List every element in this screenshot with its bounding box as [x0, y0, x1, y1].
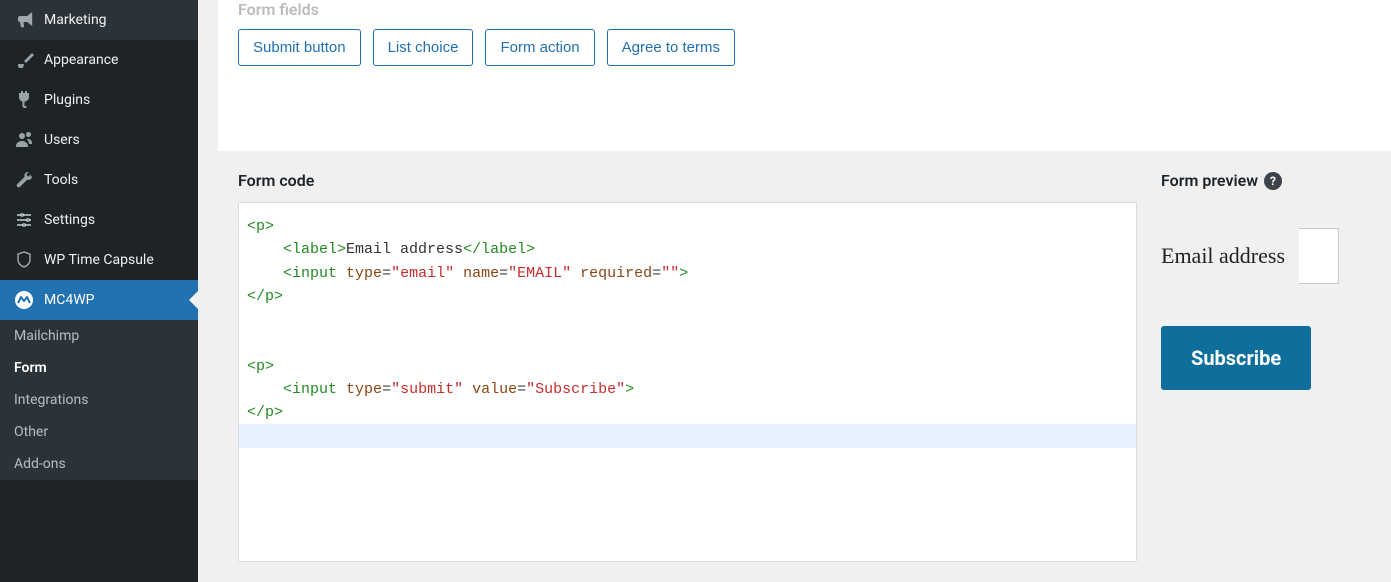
sidebar-item-settings[interactable]: Settings — [0, 200, 198, 240]
submenu-item-addons[interactable]: Add-ons — [0, 448, 198, 480]
menu-label: Users — [44, 132, 80, 148]
mc-icon — [12, 290, 36, 310]
sidebar-item-tools[interactable]: Tools — [0, 160, 198, 200]
code-editor[interactable]: <p> <label>Email address</label> <input … — [238, 202, 1137, 562]
code-token: </p> — [247, 404, 283, 421]
code-token: <input — [283, 265, 337, 282]
code-token: "EMAIL" — [508, 265, 571, 282]
main-content: Form fields Submit button List choice Fo… — [198, 0, 1391, 582]
preview-form: Email address Subscribe — [1161, 228, 1371, 390]
submenu-item-mailchimp[interactable]: Mailchimp — [0, 320, 198, 352]
form-preview-column: Form preview ? Email address Subscribe — [1161, 171, 1371, 562]
agree-terms-field[interactable]: Agree to terms — [607, 29, 735, 66]
code-token: <p> — [247, 218, 274, 235]
plug-icon — [12, 90, 36, 110]
code-token: </p> — [247, 288, 283, 305]
form-preview-label: Form preview ? — [1161, 171, 1371, 190]
sliders-icon — [12, 210, 36, 230]
code-token: > — [679, 265, 688, 282]
code-token: > — [625, 381, 634, 398]
sidebar-item-plugins[interactable]: Plugins — [0, 80, 198, 120]
code-token: required — [580, 265, 652, 282]
shield-icon — [12, 250, 36, 270]
code-token: "" — [661, 265, 679, 282]
code-token: </label> — [463, 241, 535, 258]
users-icon — [12, 130, 36, 150]
code-token: <input — [283, 381, 337, 398]
menu-label: MC4WP — [44, 292, 94, 308]
list-choice-field[interactable]: List choice — [373, 29, 474, 66]
preview-email-label: Email address — [1161, 243, 1285, 269]
code-token: "Subscribe" — [526, 381, 625, 398]
code-token: <p> — [247, 358, 274, 375]
submenu-item-integrations[interactable]: Integrations — [0, 384, 198, 416]
form-action-field[interactable]: Form action — [485, 29, 594, 66]
menu-label: Settings — [44, 212, 95, 228]
megaphone-icon — [12, 10, 36, 30]
field-buttons-row: Submit button List choice Form action Ag… — [238, 29, 1371, 66]
code-token: "email" — [391, 265, 454, 282]
form-code-column: Form code <p> <label>Email address</labe… — [238, 171, 1137, 562]
brush-icon — [12, 50, 36, 70]
sidebar-item-wptimecapsule[interactable]: WP Time Capsule — [0, 240, 198, 280]
submit-button-field[interactable]: Submit button — [238, 29, 361, 66]
code-token: name — [463, 265, 499, 282]
menu-label: Tools — [44, 172, 78, 188]
code-token: <label> — [283, 241, 346, 258]
submenu-item-other[interactable]: Other — [0, 416, 198, 448]
admin-sidebar: Marketing Appearance Plugins Users Tools… — [0, 0, 198, 582]
preview-email-input[interactable] — [1299, 228, 1339, 284]
form-fields-panel: Form fields Submit button List choice Fo… — [218, 0, 1391, 151]
sidebar-item-mc4wp[interactable]: MC4WP — [0, 280, 198, 320]
help-icon[interactable]: ? — [1264, 172, 1282, 190]
menu-label: Plugins — [44, 92, 90, 108]
code-token: value — [472, 381, 517, 398]
code-token: "submit" — [391, 381, 463, 398]
menu-label: WP Time Capsule — [44, 252, 154, 268]
code-token: Email address — [346, 241, 463, 258]
submenu-item-form[interactable]: Form — [0, 352, 198, 384]
code-token: type — [346, 265, 382, 282]
code-token: type — [346, 381, 382, 398]
form-fields-heading: Form fields — [238, 0, 1371, 19]
wrench-icon — [12, 170, 36, 190]
preview-subscribe-button[interactable]: Subscribe — [1161, 326, 1311, 390]
form-code-label: Form code — [238, 171, 1137, 190]
menu-label: Marketing — [44, 12, 107, 28]
sidebar-item-marketing[interactable]: Marketing — [0, 0, 198, 40]
sidebar-item-appearance[interactable]: Appearance — [0, 40, 198, 80]
submenu: Mailchimp Form Integrations Other Add-on… — [0, 320, 198, 480]
menu-label: Appearance — [44, 52, 118, 68]
sidebar-item-users[interactable]: Users — [0, 120, 198, 160]
preview-label-text: Form preview — [1161, 171, 1258, 190]
